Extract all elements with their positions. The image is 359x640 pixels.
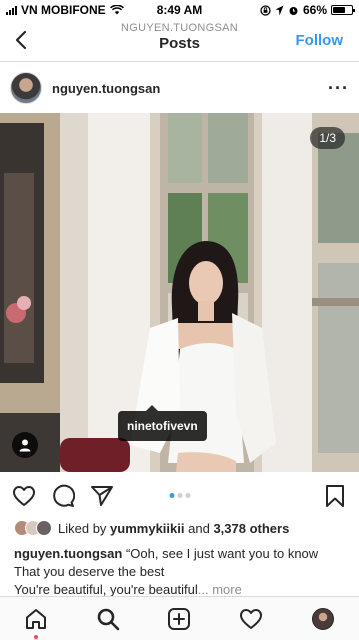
caption-username[interactable]: nguyen.tuongsan — [14, 546, 122, 561]
more-options-icon[interactable]: ··· — [328, 78, 349, 99]
profile-avatar — [312, 607, 335, 630]
caption-ellipsis: ... — [197, 582, 209, 597]
bookmark-icon[interactable] — [323, 484, 347, 508]
tab-activity[interactable] — [237, 605, 265, 633]
activity-heart-icon — [240, 608, 263, 629]
tab-add-post[interactable] — [165, 605, 193, 633]
likes-row[interactable]: Liked by yummykiikii and 3,378 others — [14, 519, 289, 537]
tab-home[interactable] — [22, 605, 50, 639]
caption-line-2: That you deserve the best — [14, 564, 165, 579]
post-caption: nguyen.tuongsan “Ooh, see I just want yo… — [14, 545, 349, 599]
add-post-icon — [168, 607, 191, 630]
bottom-tab-bar — [0, 596, 359, 640]
caption-more-link[interactable]: more — [212, 582, 242, 597]
likes-others[interactable]: 3,378 others — [213, 521, 289, 536]
tab-profile[interactable] — [309, 605, 337, 633]
home-icon — [25, 608, 46, 629]
carousel-dot — [177, 493, 182, 498]
like-heart-icon[interactable] — [12, 484, 36, 508]
status-time: 8:49 AM — [156, 3, 203, 17]
post-photo[interactable]: 1/3 ninetofivevn — [0, 113, 359, 472]
status-bar: VN MOBIFONE 8:49 AM 66% — [0, 0, 359, 20]
follow-button[interactable]: Follow — [296, 32, 344, 49]
nav-bar: NGUYEN.TUONGSAN Posts Follow — [0, 20, 359, 62]
user-tag-bubble[interactable]: ninetofivevn — [118, 405, 207, 441]
likes-user[interactable]: yummykiikii — [110, 521, 184, 536]
carousel-dot — [169, 493, 174, 498]
notification-dot — [33, 634, 38, 639]
tagged-users-icon[interactable] — [12, 432, 38, 458]
lock-rotation-icon — [260, 4, 271, 16]
location-icon — [275, 5, 284, 15]
likes-and: and — [188, 520, 210, 536]
carousel-dots — [169, 493, 190, 498]
battery-percent: 66% — [302, 3, 327, 17]
liker-avatars — [14, 520, 52, 536]
carrier-name: VN MOBIFONE — [21, 3, 106, 17]
carousel-dot — [185, 493, 190, 498]
share-send-icon[interactable] — [90, 484, 114, 508]
tab-search[interactable] — [94, 605, 122, 633]
avatar[interactable] — [10, 72, 42, 104]
signal-icon — [6, 5, 17, 15]
caption-line-3: You're beautiful, you're beautiful — [14, 582, 198, 597]
battery-icon — [331, 5, 355, 15]
search-icon — [97, 608, 119, 630]
alarm-icon — [289, 6, 298, 15]
carousel-page-counter: 1/3 — [310, 127, 345, 149]
post-username[interactable]: nguyen.tuongsan — [52, 81, 328, 96]
post-actions — [0, 472, 359, 518]
liker-avatar — [36, 520, 52, 536]
comment-icon[interactable] — [51, 484, 75, 508]
caption-line-1: “Ooh, see I just want you to know — [125, 546, 319, 561]
likes-prefix: Liked by — [58, 520, 107, 536]
wifi-icon — [109, 5, 124, 15]
post-header: nguyen.tuongsan ··· — [0, 63, 359, 113]
